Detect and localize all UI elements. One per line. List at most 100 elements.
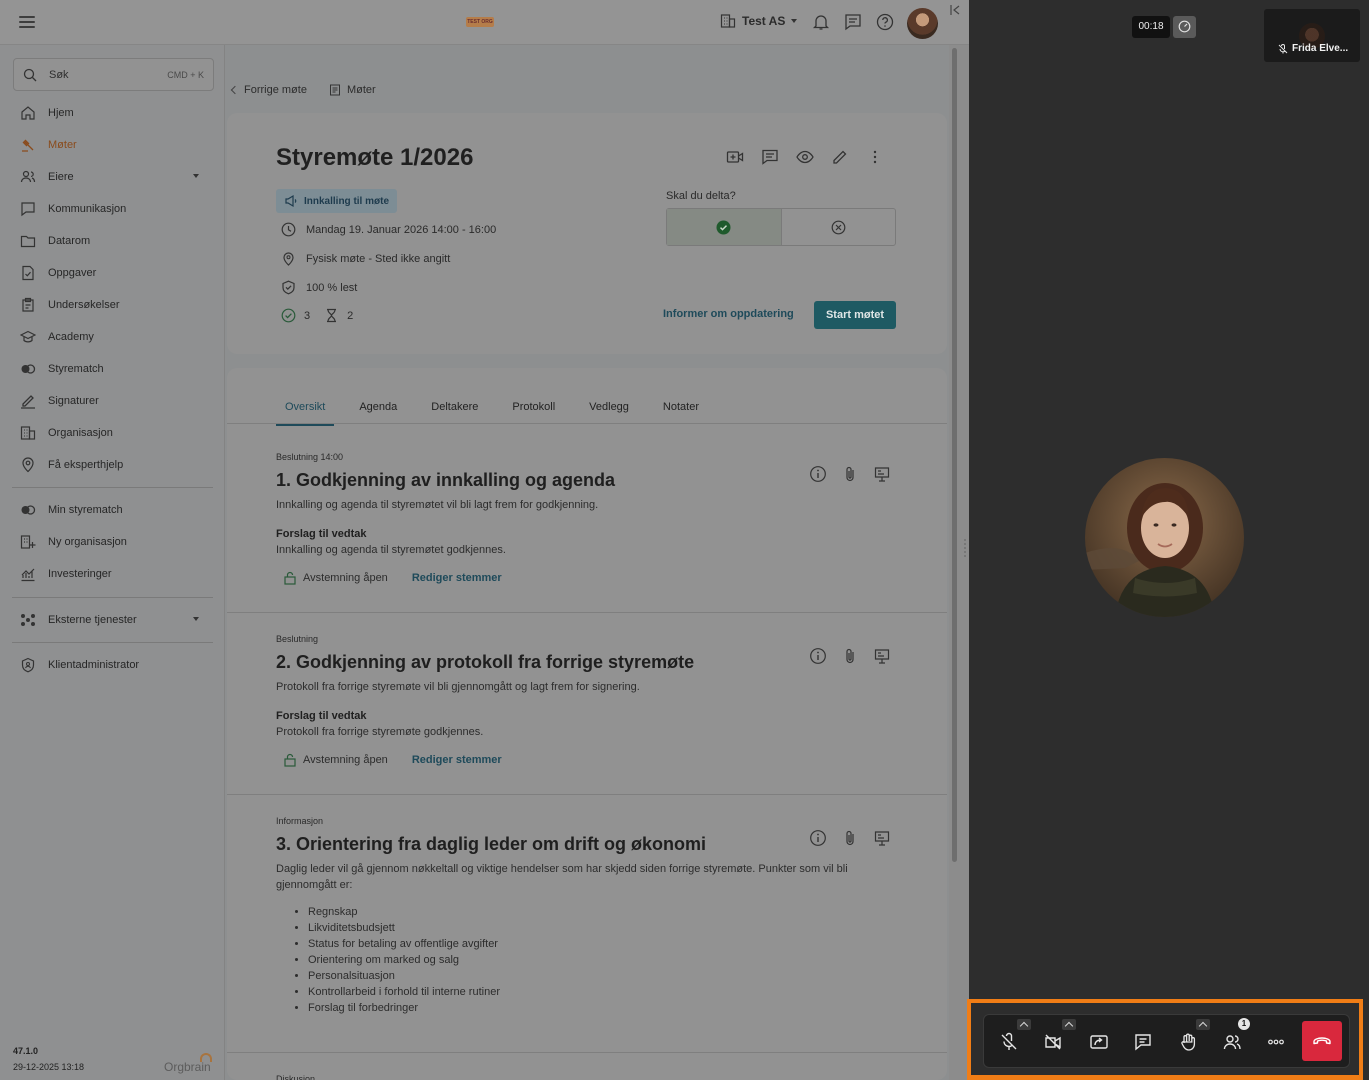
- sidebar-item-oppgaver[interactable]: Oppgaver: [0, 257, 225, 289]
- agenda-item-title[interactable]: 1. Godkjenning av innkalling og agenda: [276, 470, 615, 491]
- resize-handle[interactable]: [963, 537, 967, 561]
- chat-button[interactable]: [1123, 1027, 1163, 1057]
- sidebar-item-klientadministrator[interactable]: Klientadministrator: [0, 649, 225, 681]
- sidebar-item-moter[interactable]: Møter: [0, 129, 225, 161]
- agenda-item-description: Protokoll fra forrige styremøte vil bli …: [276, 681, 640, 693]
- tab-notater[interactable]: Notater: [663, 399, 708, 424]
- chevron-up-icon[interactable]: [1017, 1019, 1031, 1030]
- tab-deltakere[interactable]: Deltakere: [431, 399, 487, 424]
- top-bar: TEST ORG Test AS: [0, 0, 969, 45]
- search-placeholder: Søk: [49, 69, 69, 81]
- hang-up-button[interactable]: [1302, 1021, 1342, 1061]
- presentation-icon[interactable]: [873, 829, 891, 847]
- sidebar-item-ny-organisasjon[interactable]: Ny organisasjon: [0, 526, 225, 558]
- sidebar-divider: [12, 597, 213, 598]
- presentation-icon[interactable]: [873, 465, 891, 483]
- camera-off-icon: [1045, 1034, 1061, 1050]
- edit-votes-link[interactable]: Rediger stemmer: [412, 572, 502, 584]
- breadcrumb-meetings[interactable]: Møter: [347, 84, 376, 96]
- sidebar-item-min-styrematch[interactable]: Min styrematch: [0, 494, 225, 526]
- self-view-thumbnail[interactable]: Frida Elve...: [1264, 9, 1360, 62]
- more-options-button[interactable]: [1256, 1027, 1296, 1057]
- survey-icon: [22, 297, 34, 312]
- bell-icon[interactable]: [811, 12, 831, 32]
- sidebar-item-kommunikasjon[interactable]: Kommunikasjon: [0, 193, 225, 225]
- sidebar-item-undersokelser[interactable]: Undersøkelser: [0, 289, 225, 321]
- paperclip-icon[interactable]: [841, 647, 859, 665]
- proposal-title: Forslag til vedtak: [276, 710, 367, 722]
- task-icon: [22, 265, 34, 281]
- sidebar-item-organisasjon[interactable]: Organisasjon: [0, 417, 225, 449]
- rsvp-no-button[interactable]: [782, 209, 896, 245]
- proposal-title: Forslag til vedtak: [276, 528, 367, 540]
- user-avatar[interactable]: [907, 8, 938, 39]
- check-circle-icon: [716, 220, 731, 234]
- agenda-item-type: Beslutning: [276, 634, 319, 644]
- edit-votes-link[interactable]: Rediger stemmer: [412, 754, 502, 766]
- sidebar-divider: [12, 642, 213, 643]
- sidebar-item-label: Min styrematch: [48, 504, 123, 516]
- menu-icon[interactable]: [19, 16, 35, 28]
- agenda-item-divider: [227, 1052, 947, 1053]
- chat-icon[interactable]: [843, 12, 863, 32]
- info-icon[interactable]: [809, 647, 827, 665]
- participants-button[interactable]: 1: [1212, 1018, 1252, 1057]
- rsvp-yes-button[interactable]: [667, 209, 782, 245]
- graduation-icon: [20, 330, 36, 343]
- paperclip-icon[interactable]: [841, 465, 859, 483]
- chevron-up-icon[interactable]: [1062, 1019, 1076, 1030]
- meeting-app: TEST ORG Test AS Søk CMD + K Hjem Møter: [0, 0, 969, 1080]
- share-screen-button[interactable]: [1079, 1027, 1119, 1057]
- info-icon[interactable]: [809, 465, 827, 483]
- connection-quality-button[interactable]: [1173, 16, 1196, 38]
- help-icon[interactable]: [875, 12, 895, 32]
- agenda-item-description: Daglig leder vil gå gjennom nøkkeltall o…: [276, 863, 848, 891]
- chevron-down-icon: [193, 617, 199, 621]
- sidebar-item-eksterne-tjenester[interactable]: Eksterne tjenester: [0, 604, 225, 636]
- hand-icon: [1181, 1033, 1196, 1051]
- tab-vedlegg[interactable]: Vedlegg: [589, 399, 638, 424]
- sidebar-item-signaturer[interactable]: Signaturer: [0, 385, 225, 417]
- org-logo[interactable]: TEST ORG: [466, 17, 494, 27]
- brand-logo-icon: [200, 1053, 212, 1062]
- agenda-item-title[interactable]: 3. Orientering fra daglig leder om drift…: [276, 834, 706, 855]
- sidebar-item-datarom[interactable]: Datarom: [0, 225, 225, 257]
- search-input[interactable]: Søk CMD + K: [13, 58, 214, 91]
- agenda-item-title[interactable]: 2. Godkjenning av protokoll fra forrige …: [276, 652, 694, 673]
- company-switcher[interactable]: Test AS: [720, 13, 798, 29]
- video-add-icon[interactable]: [726, 148, 744, 166]
- vote-status: Avstemning åpen: [303, 754, 388, 766]
- sidebar-item-hjem[interactable]: Hjem: [0, 97, 225, 129]
- pending-count: 2: [347, 309, 354, 322]
- paperclip-icon[interactable]: [841, 829, 859, 847]
- edit-icon[interactable]: [831, 148, 849, 166]
- collapse-panel-icon[interactable]: [949, 4, 961, 16]
- match-icon: [21, 364, 36, 374]
- info-icon[interactable]: [809, 829, 827, 847]
- camera-toggle-button[interactable]: [1034, 1019, 1076, 1057]
- tab-agenda[interactable]: Agenda: [359, 399, 406, 424]
- sidebar-item-eksperthjelp[interactable]: Få eksperthjelp: [0, 449, 225, 481]
- raise-hand-button[interactable]: [1168, 1019, 1210, 1057]
- sidebar-item-label: Møter: [48, 139, 77, 151]
- scrollbar-thumb[interactable]: [952, 48, 957, 862]
- start-meeting-button[interactable]: Start møtet: [814, 301, 896, 329]
- chevron-up-icon[interactable]: [1196, 1019, 1210, 1030]
- sidebar-item-label: Ny organisasjon: [48, 536, 127, 548]
- sidebar-item-academy[interactable]: Academy: [0, 321, 225, 353]
- more-vertical-icon[interactable]: [866, 148, 884, 166]
- chat-icon[interactable]: [761, 148, 779, 166]
- microphone-toggle-button[interactable]: [989, 1019, 1031, 1057]
- sidebar-item-investeringer[interactable]: Investeringer: [0, 558, 225, 590]
- presentation-icon[interactable]: [873, 647, 891, 665]
- breadcrumb-back[interactable]: Forrige møte: [244, 84, 307, 96]
- sidebar-item-eiere[interactable]: Eiere: [0, 161, 225, 193]
- inform-update-link[interactable]: Informer om oppdatering: [663, 308, 794, 320]
- sidebar-item-styrematch[interactable]: Styrematch: [0, 353, 225, 385]
- tab-protokoll[interactable]: Protokoll: [512, 399, 564, 424]
- tab-oversikt[interactable]: Oversikt: [276, 399, 335, 426]
- sidebar-item-label: Klientadministrator: [48, 659, 140, 671]
- chart-icon: [21, 568, 35, 582]
- sidebar-item-label: Academy: [48, 331, 94, 343]
- eye-icon[interactable]: [796, 148, 814, 166]
